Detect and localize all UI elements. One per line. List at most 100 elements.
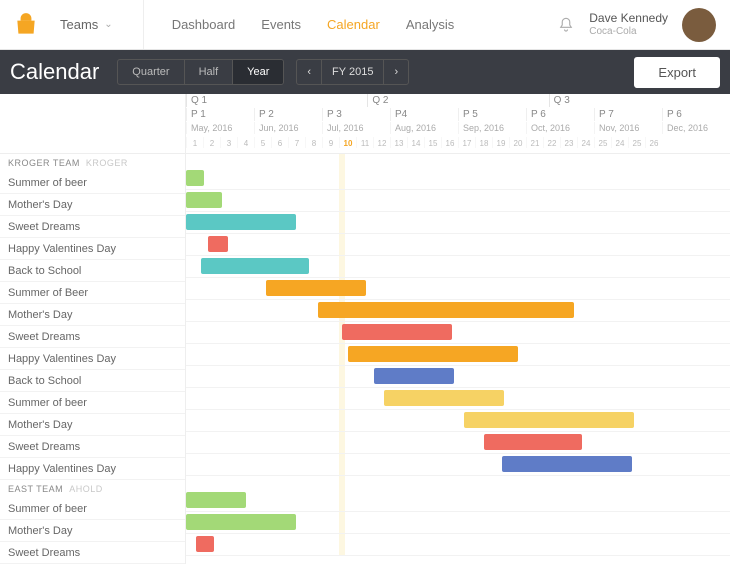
nav-dashboard[interactable]: Dashboard [172, 17, 236, 32]
gantt-row [186, 168, 730, 190]
day-cell: 7 [288, 137, 305, 148]
gantt-bar[interactable] [186, 492, 246, 508]
gantt-row [186, 512, 730, 534]
gantt-bar[interactable] [266, 280, 366, 296]
gantt-row [186, 410, 730, 432]
day-cell: 5 [254, 137, 271, 148]
day-cell: 15 [424, 137, 441, 148]
row-label[interactable]: Mother's Day [0, 304, 185, 326]
gantt-row [186, 344, 730, 366]
period-cell: P 1 [186, 108, 254, 121]
period-cell: P 6 [662, 108, 730, 121]
period-cell: P 7 [594, 108, 662, 121]
row-label[interactable]: Happy Valentines Day [0, 238, 185, 260]
day-cell: 4 [237, 137, 254, 148]
row-label[interactable]: Sweet Dreams [0, 436, 185, 458]
day-cell: 1 [186, 137, 203, 148]
gantt-bar[interactable] [464, 412, 634, 428]
gantt-bar[interactable] [196, 536, 214, 552]
gantt-bar[interactable] [384, 390, 504, 406]
row-label[interactable]: Back to School [0, 260, 185, 282]
day-cell: 26 [645, 137, 662, 148]
row-label[interactable]: Summer of beer [0, 498, 185, 520]
day-cell: 9 [322, 137, 339, 148]
nav-analysis[interactable]: Analysis [406, 17, 454, 32]
period-prev[interactable]: ‹ [297, 60, 321, 84]
group-spacer [186, 154, 730, 168]
period-cell: P4 [390, 108, 458, 121]
row-label[interactable]: Summer of beer [0, 392, 185, 414]
gantt-row [186, 534, 730, 556]
segment-year[interactable]: Year [233, 60, 283, 84]
zoom-segment: QuarterHalfYear [117, 59, 284, 85]
page-title: Calendar [10, 59, 99, 85]
labels-column: KROGER TEAMKROGERSummer of beerMother's … [0, 94, 186, 564]
month-cell: Oct, 2016 [526, 122, 594, 134]
gantt-bar[interactable] [186, 192, 222, 208]
gantt-row [186, 190, 730, 212]
row-label[interactable]: Happy Valentines Day [0, 458, 185, 480]
gantt-row [186, 212, 730, 234]
user-name: Dave Kennedy [589, 12, 668, 25]
row-label[interactable]: Mother's Day [0, 414, 185, 436]
avatar[interactable] [682, 8, 716, 42]
day-cell: 11 [356, 137, 373, 148]
day-cell: 24 [577, 137, 594, 148]
group-spacer [186, 476, 730, 490]
gantt-row [186, 366, 730, 388]
gantt-bar[interactable] [348, 346, 518, 362]
gantt-row [186, 432, 730, 454]
gantt-bar[interactable] [484, 434, 582, 450]
quarter-cell: Q 3 [549, 94, 730, 107]
row-label[interactable]: Sweet Dreams [0, 542, 185, 564]
row-label[interactable]: Mother's Day [0, 194, 185, 216]
nav-events[interactable]: Events [261, 17, 301, 32]
gantt-row [186, 234, 730, 256]
row-label[interactable]: Back to School [0, 370, 185, 392]
day-cell: 25 [628, 137, 645, 148]
gantt-bar[interactable] [201, 258, 309, 274]
row-label[interactable]: Summer of Beer [0, 282, 185, 304]
teams-label: Teams [60, 17, 98, 32]
quarter-cell: Q 2 [367, 94, 548, 107]
gantt-bar[interactable] [186, 514, 296, 530]
gantt-bar[interactable] [502, 456, 632, 472]
period-label[interactable]: FY 2015 [321, 60, 384, 84]
segment-half[interactable]: Half [185, 60, 234, 84]
row-label[interactable]: Happy Valentines Day [0, 348, 185, 370]
time-header: Q 1Q 2Q 3 P 1P 2P 3P4P 5P 6P 7P 6 May, 2… [186, 94, 730, 154]
gantt-bar[interactable] [374, 368, 454, 384]
period-next[interactable]: › [384, 60, 408, 84]
gantt-row [186, 322, 730, 344]
day-cell: 19 [492, 137, 509, 148]
gantt-bar[interactable] [318, 302, 574, 318]
nav-calendar[interactable]: Calendar [327, 17, 380, 32]
gantt-bar[interactable] [186, 170, 204, 186]
day-cell: 13 [390, 137, 407, 148]
row-label[interactable]: Sweet Dreams [0, 216, 185, 238]
day-cell: 21 [526, 137, 543, 148]
day-cell: 14 [407, 137, 424, 148]
day-cell: 20 [509, 137, 526, 148]
day-cell: 22 [543, 137, 560, 148]
row-label[interactable]: Summer of beer [0, 172, 185, 194]
day-cell: 6 [271, 137, 288, 148]
group-header: EAST TEAMAHOLD [0, 480, 185, 498]
gantt-bar[interactable] [208, 236, 228, 252]
segment-quarter[interactable]: Quarter [118, 60, 184, 84]
gantt-bar[interactable] [186, 214, 296, 230]
month-cell: Dec, 2016 [662, 122, 730, 134]
row-label[interactable]: Sweet Dreams [0, 326, 185, 348]
period-cell: P 6 [526, 108, 594, 121]
labels-spacer [0, 94, 185, 154]
gantt-row [186, 278, 730, 300]
gantt-bar[interactable] [342, 324, 452, 340]
row-label[interactable]: Mother's Day [0, 520, 185, 542]
gantt-row [186, 490, 730, 512]
export-button[interactable]: Export [634, 57, 720, 88]
month-cell: Jun, 2016 [254, 122, 322, 134]
teams-dropdown[interactable]: Teams ⌄ [52, 0, 144, 49]
period-cell: P 2 [254, 108, 322, 121]
bell-icon[interactable] [557, 16, 575, 34]
user-block[interactable]: Dave Kennedy Coca-Cola [589, 12, 668, 36]
